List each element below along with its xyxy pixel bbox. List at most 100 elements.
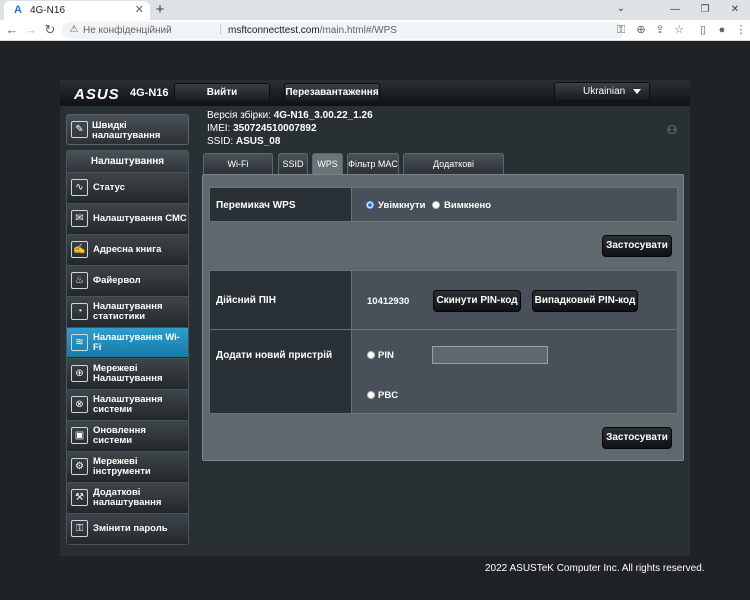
browser-toolbar: ← → ↻ ⚠ Не конфіденційний | msftconnectt… <box>0 20 750 41</box>
wps-off-label[interactable]: Вимкнено <box>444 200 491 211</box>
quick-setup-icon: ✎ <box>71 121 88 138</box>
current-pin-label: Дійсний ПІН <box>216 295 276 306</box>
reload-icon[interactable]: ↻ <box>42 22 58 38</box>
reboot-button[interactable]: Перезавантаження <box>284 83 380 103</box>
sms-icon: ✉ <box>71 210 88 227</box>
imei-label: IMEI: <box>207 123 231 134</box>
quick-setup-button[interactable]: ✎ Швидкі налаштування <box>66 114 189 145</box>
reset-pin-button[interactable]: Скинути PIN-код <box>433 290 521 312</box>
logout-button[interactable]: Вийти <box>174 83 270 103</box>
bookmark-star-icon[interactable]: ☆ <box>672 23 686 37</box>
wps-switch-row: Перемикач WPS Увімкнути Вимкнено <box>209 187 678 222</box>
network-icon: ⊕ <box>71 365 88 382</box>
add-device-row: Додати новий пристрій PIN PBC <box>209 329 678 414</box>
language-value: Ukrainian <box>583 86 626 97</box>
url-host: msftconnecttest.com <box>228 25 320 36</box>
sidebar-item-label: Налаштування статистики <box>93 301 163 322</box>
address-book-icon: ✍ <box>71 241 88 258</box>
sidebar-item-label: Змінити пароль <box>93 523 168 534</box>
security-status-text: Не конфіденційний <box>83 25 172 36</box>
sidebar-item-label: Файервол <box>93 275 141 286</box>
wps-on-label[interactable]: Увімкнути <box>378 200 425 211</box>
imei-value: 350724510007892 <box>233 123 317 134</box>
tab-mac-filter[interactable]: Фільтр MAC <box>347 153 399 174</box>
url-text[interactable]: msftconnecttest.com/main.html#/WPS <box>228 25 397 36</box>
apply-button[interactable]: Застосувати <box>602 235 672 257</box>
not-secure-warning-icon[interactable]: ⚠ <box>68 24 80 36</box>
current-pin-row: Дійсний ПІН 10412930 Скинути PIN-код Вип… <box>209 270 678 330</box>
close-window-icon[interactable]: ✕ <box>720 0 750 20</box>
chevron-down-icon <box>633 89 641 94</box>
pbc-option-label[interactable]: PBC <box>378 390 398 401</box>
wps-on-radio[interactable] <box>366 201 374 209</box>
tab-wifi-switch[interactable]: Wi-Fi перемикач <box>203 153 273 189</box>
new-tab-button[interactable]: + <box>152 1 168 18</box>
top-bar: ASUS 4G-N16 Вийти Перезавантаження Ukrai… <box>60 80 690 106</box>
sidebar-item-status[interactable]: ∿ Статус <box>67 172 188 202</box>
model-name: 4G-N16 <box>130 87 169 99</box>
browser-menu-icon[interactable]: ⋮ <box>734 23 748 37</box>
sidebar-item-password[interactable]: ⚿ Змінити пароль <box>67 513 188 544</box>
router-app: ASUS 4G-N16 Вийти Перезавантаження Ukrai… <box>60 80 690 556</box>
asus-favicon-icon: A <box>14 4 22 16</box>
wps-switch-label: Перемикач WPS <box>216 200 296 211</box>
close-tab-icon[interactable]: ✕ <box>135 4 144 16</box>
sidebar-item-firewall[interactable]: ♨ Файервол <box>67 265 188 295</box>
ssid-label: SSID: <box>207 136 234 147</box>
update-icon: ▣ <box>71 427 88 444</box>
sidebar-item-label: Налаштування системи <box>93 394 163 415</box>
sidebar-item-label: Налаштування Wi-Fi <box>93 332 180 353</box>
sidebar-item-statistics[interactable]: ◔ Налаштування статистики <box>67 296 188 326</box>
forward-icon[interactable]: → <box>23 22 39 38</box>
sidebar-item-sms[interactable]: ✉ Налаштування СМС <box>67 203 188 233</box>
back-icon[interactable]: ← <box>4 22 20 38</box>
device-info: Версія збірки: 4G-N16_3.00.22_1.26 IMEI:… <box>207 109 373 148</box>
tab-advanced-settings[interactable]: Додаткові налаштування <box>403 153 504 189</box>
wps-switch-label-cell: Перемикач WPS <box>210 188 352 221</box>
language-select[interactable]: Ukrainian <box>554 82 650 102</box>
tab-search-icon[interactable]: ⌄ <box>614 2 628 16</box>
apply-device-button[interactable]: Застосувати <box>602 427 672 449</box>
status-icon: ∿ <box>71 179 88 196</box>
sidebar-item-label: Оновлення системи <box>93 425 146 446</box>
minimize-icon[interactable]: — <box>660 0 690 20</box>
wps-panel: Перемикач WPS Увімкнути Вимкнено Застосу… <box>202 174 684 461</box>
tab-wps[interactable]: WPS <box>312 153 343 174</box>
current-pin-label-cell: Дійсний ПІН <box>210 271 352 329</box>
url-separator: | <box>219 23 222 35</box>
tab-ssid[interactable]: SSID <box>278 153 308 174</box>
sidebar-item-advanced[interactable]: ⚒ Додаткові налаштування <box>67 482 188 512</box>
settings-menu: Налаштування ∿ Статус ✉ Налаштування СМС… <box>66 150 189 545</box>
password-key-icon[interactable]: ⚿ <box>614 23 628 37</box>
wps-off-radio[interactable] <box>432 201 440 209</box>
address-bar[interactable]: ⚠ Не конфіденційний | msftconnecttest.co… <box>62 22 624 39</box>
sidebar-item-label: Статус <box>93 182 126 193</box>
browser-tab[interactable]: A 4G-N16 ✕ <box>4 1 150 20</box>
pin-input[interactable] <box>432 346 548 364</box>
pbc-option-radio[interactable] <box>367 391 375 399</box>
pin-option-radio[interactable] <box>367 351 375 359</box>
share-icon[interactable]: ⇪ <box>653 23 667 37</box>
tab-title: 4G-N16 <box>30 5 66 16</box>
sidebar-item-network[interactable]: ⊕ Мережеві Налаштування <box>67 358 188 388</box>
sidebar-item-label: Налаштування СМС <box>93 213 187 224</box>
firewall-icon: ♨ <box>71 272 88 289</box>
quick-setup-label: Швидкі налаштування <box>92 120 161 141</box>
sidebar-item-address-book[interactable]: ✍ Адресна книга <box>67 234 188 264</box>
zoom-icon[interactable]: ⊕ <box>634 23 648 37</box>
clients-icon[interactable]: ⚇ <box>664 123 680 137</box>
profile-icon[interactable]: ● <box>715 23 729 37</box>
pin-value: 10412930 <box>367 296 410 307</box>
sidebar-item-label: Додаткові налаштування <box>93 487 162 508</box>
sidebar-item-system[interactable]: ⊗ Налаштування системи <box>67 389 188 419</box>
restore-icon[interactable]: ❐ <box>690 0 720 20</box>
system-globe-icon: ⊗ <box>71 396 88 413</box>
sidebar-panel-icon[interactable]: ▯ <box>696 23 710 37</box>
add-device-label: Додати новий пристрій <box>216 350 333 361</box>
sidebar-item-wifi[interactable]: ≋ Налаштування Wi-Fi <box>67 327 188 357</box>
pin-option-label[interactable]: PIN <box>378 350 394 361</box>
random-pin-button[interactable]: Випадковий PIN-код <box>532 290 638 312</box>
sidebar-item-tools[interactable]: ⚙ Мережеві інструменти <box>67 451 188 481</box>
sidebar-item-update[interactable]: ▣ Оновлення системи <box>67 420 188 450</box>
browser-tab-strip: A 4G-N16 ✕ + ⌄ — ❐ ✕ <box>0 0 750 20</box>
